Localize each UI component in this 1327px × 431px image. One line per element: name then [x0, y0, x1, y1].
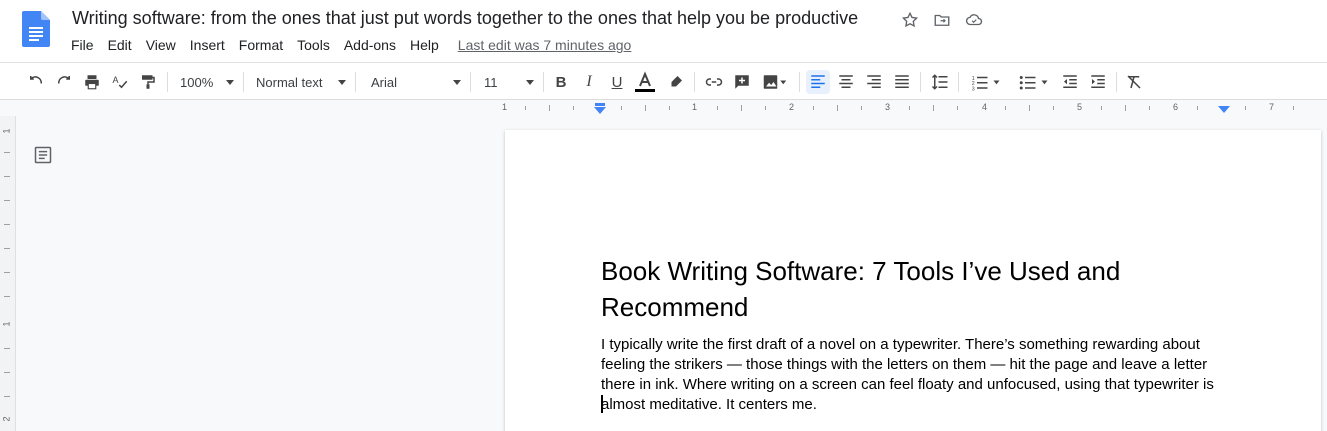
increase-indent-icon[interactable]	[1086, 70, 1110, 94]
left-indent-marker-icon[interactable]	[593, 103, 607, 115]
highlight-icon[interactable]	[664, 70, 688, 94]
style-value: Normal text	[256, 74, 323, 90]
menu-insert[interactable]: Insert	[183, 37, 232, 53]
vruler-number: 2	[1, 416, 12, 422]
menu-tools[interactable]: Tools	[290, 37, 337, 53]
align-center-icon[interactable]	[834, 70, 858, 94]
numbered-list-icon[interactable]: 123	[966, 70, 1006, 94]
title-bar: Writing software: from the ones that jus…	[0, 0, 1327, 62]
insert-image-icon[interactable]	[758, 70, 792, 94]
zoom-value: 100%	[180, 74, 214, 90]
ruler-number: 5	[1077, 102, 1083, 112]
docs-logo-icon[interactable]	[22, 11, 50, 47]
add-comment-icon[interactable]	[730, 70, 754, 94]
print-icon[interactable]	[80, 70, 104, 94]
text-color-icon[interactable]	[633, 70, 657, 94]
vertical-ruler[interactable]: 1 1 2	[0, 116, 16, 431]
clear-formatting-icon[interactable]	[1122, 70, 1146, 94]
last-edit-link[interactable]: Last edit was 7 minutes ago	[458, 37, 632, 53]
ruler-number: 1	[692, 102, 698, 112]
underline-button[interactable]: U	[605, 70, 629, 94]
google-docs-window: Writing software: from the ones that jus…	[0, 0, 1327, 431]
document-title[interactable]: Writing software: from the ones that jus…	[72, 8, 858, 29]
toolbar: A 100% Normal text Arial 11 B I U 1 2 3	[0, 62, 1327, 100]
vruler-number: 1	[1, 321, 12, 327]
align-right-icon[interactable]	[862, 70, 886, 94]
cloud-saved-icon[interactable]	[964, 10, 984, 30]
ruler-number: 6	[1173, 102, 1179, 112]
move-folder-icon[interactable]	[932, 10, 952, 30]
document-outline-icon[interactable]	[33, 145, 53, 165]
spellcheck-icon[interactable]: A	[108, 70, 132, 94]
svg-text:3: 3	[972, 86, 975, 91]
menu-file[interactable]: File	[64, 37, 101, 53]
zoom-select[interactable]: 100%	[180, 70, 234, 94]
paint-format-icon[interactable]	[136, 70, 160, 94]
bold-button[interactable]: B	[549, 70, 573, 94]
redo-icon[interactable]	[52, 70, 76, 94]
right-indent-marker-icon[interactable]	[1217, 105, 1231, 115]
insert-link-icon[interactable]	[702, 70, 726, 94]
bulleted-list-icon[interactable]	[1014, 70, 1054, 94]
font-size-select[interactable]: 11	[484, 70, 534, 94]
horizontal-ruler[interactable]: 1 1 2 3 4 5 6 7	[0, 100, 1327, 116]
ruler-number: 3	[885, 102, 891, 112]
text-cursor	[601, 395, 603, 413]
decrease-indent-icon[interactable]	[1058, 70, 1082, 94]
ruler-number: 1	[502, 102, 508, 112]
document-page[interactable]: Book Writing Software: 7 Tools I’ve Used…	[505, 130, 1321, 431]
font-value: Arial	[371, 74, 398, 90]
star-icon[interactable]	[900, 10, 920, 30]
menu-bar: File Edit View Insert Format Tools Add-o…	[64, 36, 631, 54]
ruler-number: 7	[1269, 102, 1275, 112]
menu-add-ons[interactable]: Add-ons	[337, 37, 403, 53]
svg-text:A: A	[113, 75, 119, 85]
style-select[interactable]: Normal text	[256, 70, 346, 94]
document-paragraph[interactable]: I typically write the first draft of a n…	[601, 335, 1221, 415]
undo-icon[interactable]	[24, 70, 48, 94]
align-left-icon[interactable]	[806, 70, 830, 94]
menu-view[interactable]: View	[139, 37, 183, 53]
ruler-number: 4	[982, 102, 988, 112]
ruler-number: 2	[789, 102, 795, 112]
document-heading[interactable]: Book Writing Software: 7 Tools I’ve Used…	[601, 253, 1201, 325]
font-select[interactable]: Arial	[371, 70, 461, 94]
font-size-value: 11	[484, 74, 498, 90]
justify-icon[interactable]	[890, 70, 914, 94]
menu-edit[interactable]: Edit	[101, 37, 139, 53]
line-spacing-icon[interactable]	[928, 70, 952, 94]
italic-button[interactable]: I	[577, 70, 601, 94]
menu-format[interactable]: Format	[232, 37, 290, 53]
menu-help[interactable]: Help	[403, 37, 446, 53]
vruler-number: 1	[1, 128, 12, 134]
